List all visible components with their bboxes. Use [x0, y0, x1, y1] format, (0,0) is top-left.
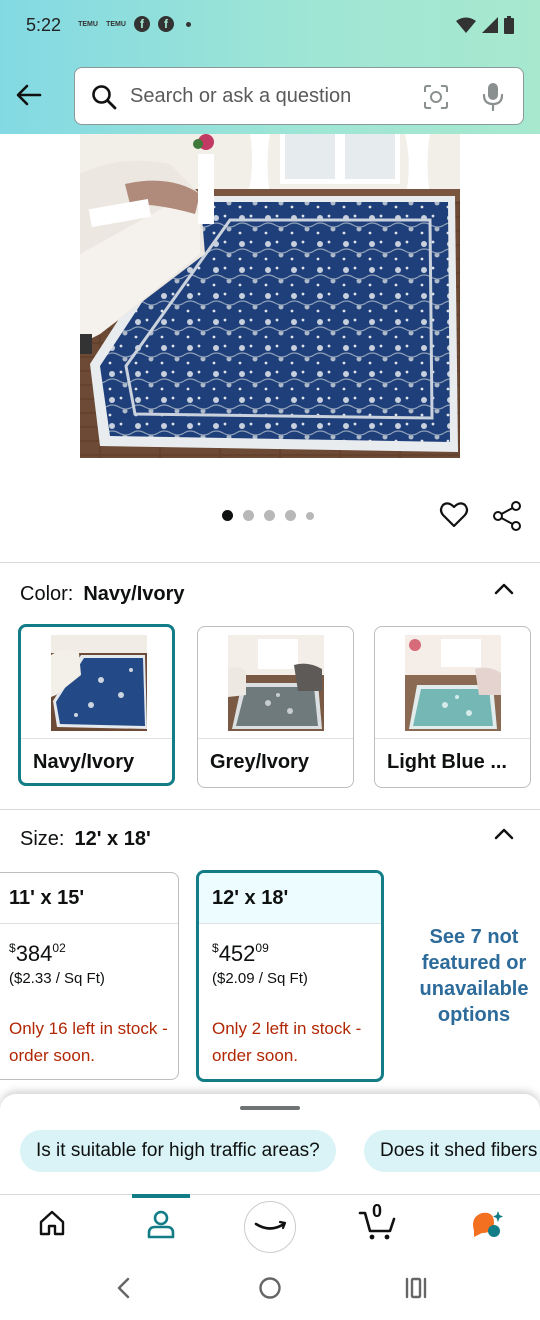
account-icon[interactable] — [146, 1209, 176, 1239]
search-placeholder: Search or ask a question — [130, 85, 352, 107]
color-option-light-blue[interactable]: Light Blue ... — [374, 626, 531, 788]
cart-count: 0 — [372, 1201, 383, 1221]
carousel-dot[interactable] — [243, 510, 254, 521]
selected-size: 12' x 18' — [74, 828, 151, 850]
color-option-label: Grey/Ivory — [210, 751, 309, 773]
section-divider — [0, 562, 540, 563]
bottom-navigation: 0 — [0, 1194, 540, 1258]
search-input[interactable]: Search or ask a question — [74, 67, 524, 125]
see-more-options-link[interactable]: See 7 not featured or unavailable option… — [405, 924, 540, 1028]
questions-sheet: Is it suitable for high traffic areas? D… — [0, 1094, 540, 1194]
color-option-label: Light Blue ... — [387, 751, 507, 773]
rufus-assistant-icon[interactable] — [470, 1209, 504, 1239]
image-carousel-dots[interactable] — [222, 510, 314, 521]
price-currency: $ — [9, 941, 16, 955]
sheet-drag-handle[interactable] — [240, 1106, 300, 1110]
swatch-divider — [198, 738, 353, 739]
color-label: Color: Navy/Ivory — [20, 583, 185, 606]
size-option-12x18[interactable]: 12' x 18' $45209 ($2.09 / Sq Ft) Only 2 … — [196, 870, 384, 1082]
unit-price: ($2.33 / Sq Ft) — [9, 970, 105, 987]
stock-warning: Only 2 left in stock - order soon. — [212, 1019, 362, 1065]
size-option-title: 12' x 18' — [212, 887, 289, 909]
battery-icon — [504, 16, 514, 34]
microphone-icon[interactable] — [481, 82, 505, 112]
system-home-icon[interactable] — [258, 1276, 282, 1300]
swatch-divider — [21, 738, 172, 739]
temu-notification-icon: TEMU — [106, 20, 126, 28]
size-option-title: 11' x 15' — [9, 887, 85, 909]
facebook-notification-icon: f — [158, 16, 174, 32]
product-image[interactable] — [80, 134, 460, 458]
heart-icon[interactable] — [439, 500, 469, 530]
status-time: 5:22 — [26, 15, 62, 35]
signal-icon — [482, 17, 498, 33]
section-divider — [0, 809, 540, 810]
price-whole: 384 — [15, 941, 53, 966]
price-cents: 02 — [52, 941, 66, 955]
carousel-dot[interactable] — [306, 511, 314, 520]
grey-rug-thumbnail — [228, 635, 324, 731]
light-blue-rug-thumbnail — [405, 635, 501, 731]
wifi-icon — [456, 17, 476, 33]
price-currency: $ — [212, 941, 219, 955]
color-option-grey-ivory[interactable]: Grey/Ivory — [197, 626, 354, 788]
size-option-11x15[interactable]: 11' x 15' $38402 ($2.33 / Sq Ft) Only 16… — [0, 872, 179, 1080]
size-option-price: $45209 — [212, 941, 269, 967]
facebook-notification-icon: f — [134, 16, 150, 32]
chevron-up-icon[interactable] — [493, 578, 515, 600]
header: 5:22 TEMU TEMU f f Search or ask a quest… — [0, 0, 540, 134]
notification-icons: TEMU TEMU f f — [78, 16, 191, 32]
share-icon[interactable] — [492, 500, 522, 532]
question-chip[interactable]: Is it suitable for high traffic areas? — [20, 1130, 336, 1172]
price-whole: 452 — [218, 941, 256, 966]
color-label-text: Color: — [20, 583, 74, 605]
stock-warning: Only 16 left in stock - order soon. — [9, 1019, 168, 1065]
more-notifications-icon — [186, 21, 191, 27]
status-bar: 5:22 TEMU TEMU f f — [0, 0, 540, 54]
active-tab-indicator — [132, 1194, 190, 1198]
color-option-navy-ivory[interactable]: Navy/Ivory — [18, 624, 175, 786]
search-icon — [92, 85, 117, 110]
size-option-header: 11' x 15' — [0, 873, 178, 924]
home-icon[interactable] — [38, 1209, 66, 1237]
size-label-text: Size: — [20, 828, 65, 850]
navy-rug-thumbnail — [51, 635, 147, 731]
size-label: Size: 12' x 18' — [20, 828, 151, 851]
temu-notification-icon: TEMU — [78, 20, 98, 28]
system-status-icons — [456, 16, 514, 34]
system-recents-icon[interactable] — [404, 1276, 428, 1300]
carousel-dot[interactable] — [285, 510, 296, 521]
color-option-label: Navy/Ivory — [33, 751, 135, 773]
carousel-dot[interactable] — [264, 510, 275, 521]
camera-lens-icon[interactable] — [423, 84, 449, 110]
unit-price: ($2.09 / Sq Ft) — [212, 970, 308, 987]
price-cents: 09 — [255, 941, 269, 955]
system-back-icon[interactable] — [114, 1276, 134, 1300]
chevron-up-icon[interactable] — [493, 823, 515, 845]
amazon-home-button[interactable] — [244, 1201, 296, 1253]
swatch-divider — [375, 738, 530, 739]
back-arrow-icon[interactable] — [14, 80, 44, 110]
amazon-smile-icon — [254, 1220, 287, 1230]
system-navigation-bar — [0, 1258, 540, 1320]
question-chip[interactable]: Does it shed fibers — [364, 1130, 540, 1172]
size-option-header: 12' x 18' — [199, 873, 381, 924]
selected-color: Navy/Ivory — [83, 583, 185, 605]
size-option-price: $38402 — [9, 941, 66, 967]
carousel-dot[interactable] — [222, 510, 233, 521]
